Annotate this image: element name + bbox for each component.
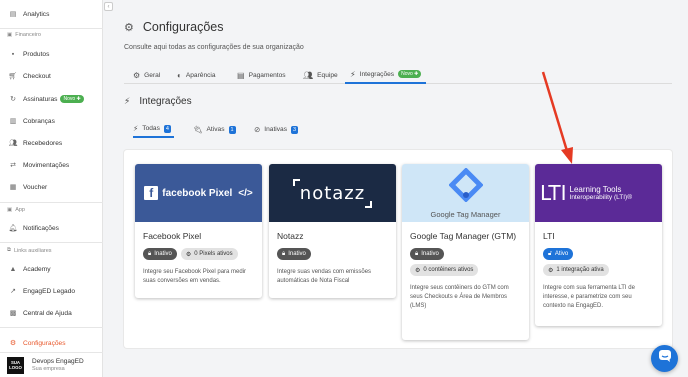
- annotation-arrow: [541, 71, 573, 164]
- chat-support-button[interactable]: [651, 345, 678, 372]
- chat-icon: [658, 349, 672, 368]
